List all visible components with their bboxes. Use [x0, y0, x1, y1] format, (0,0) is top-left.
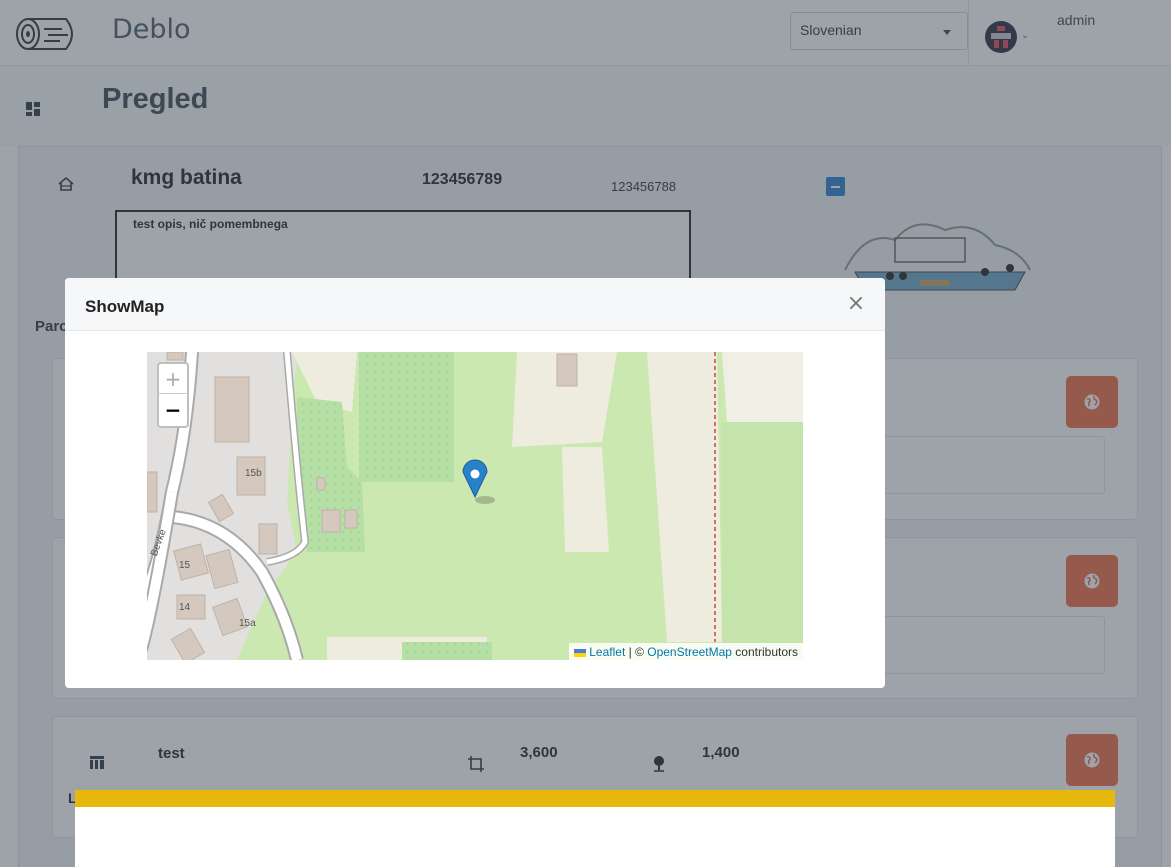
map-attribution: Leaflet | © OpenStreetMap contributors [569, 643, 803, 660]
close-icon[interactable]: × [845, 293, 867, 315]
modal-title: ShowMap [85, 297, 165, 316]
map-tiles[interactable] [147, 352, 803, 660]
zoom-control: + − [157, 362, 189, 428]
zoom-in-button[interactable]: + [159, 364, 187, 394]
map-label: 14 [179, 602, 191, 613]
openstreetmap-link[interactable]: OpenStreetMap [647, 645, 732, 659]
leaflet-link[interactable]: Leaflet [589, 645, 625, 659]
map-view[interactable]: 15b 15 14 15a Bevke + − Leaflet | © Open… [147, 352, 803, 660]
modal-header: ShowMap × [65, 278, 885, 331]
attribution-suffix: contributors [731, 645, 798, 659]
ukraine-flag-icon [574, 648, 587, 657]
zoom-out-button[interactable]: − [159, 395, 187, 425]
map-label: 15b [245, 468, 262, 479]
bottom-banner-panel [75, 790, 1115, 867]
attribution-separator: | © [625, 645, 648, 659]
show-map-modal: ShowMap × 15b 15 14 15a Bevke + − Leafle… [65, 278, 885, 688]
map-label: 15 [179, 560, 191, 571]
map-label: 15a [239, 618, 256, 629]
